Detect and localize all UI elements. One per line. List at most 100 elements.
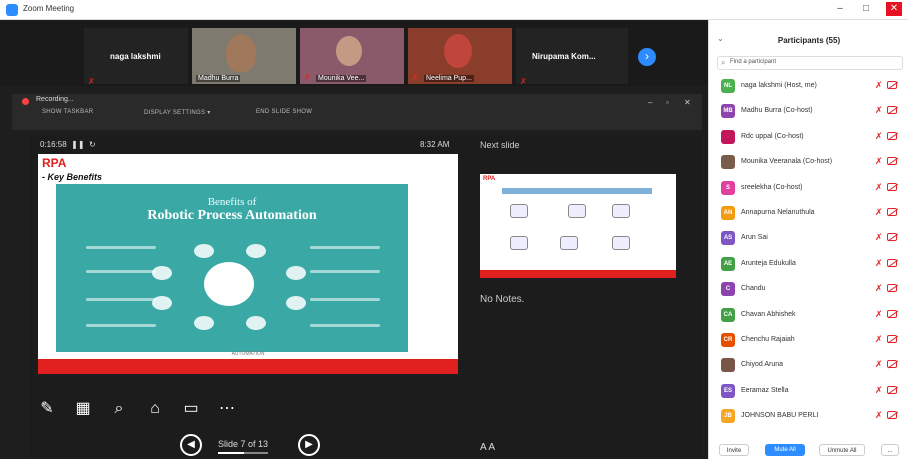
video-off-icon[interactable] [887, 106, 897, 115]
participant-row[interactable]: AE Arunteja Edukulla ✗ [709, 254, 908, 274]
participant-row[interactable]: ES Eeramaz Stella ✗ [709, 381, 908, 401]
participant-row[interactable]: JB JOHNSON BABU PERLI ✗ [709, 406, 908, 426]
participant-name: Arunteja Edukulla [741, 259, 796, 267]
previous-slide-button[interactable]: ◀ [180, 434, 202, 456]
avatar: AN [721, 206, 735, 220]
show-taskbar-button[interactable]: SHOW TASKBAR [42, 109, 93, 115]
participant-row[interactable]: NL naga lakshmi (Host, me) ✗ [709, 76, 908, 96]
avatar: AE [721, 256, 735, 271]
reset-icon[interactable]: ↻ [89, 140, 96, 149]
participant-name: Madhu Burra (Co-host) [741, 107, 813, 115]
restore-view-button[interactable]: ▫ [666, 98, 669, 107]
next-slide-button[interactable]: ▶ [298, 434, 320, 456]
participant-row[interactable]: CA Chavan Abhishek ✗ [709, 305, 908, 325]
benefit-text [310, 270, 380, 273]
muted-mic-icon[interactable]: ✗ [875, 131, 883, 142]
display-settings-button[interactable]: DISPLAY SETTINGS ▾ [144, 109, 211, 116]
video-off-icon[interactable] [887, 284, 897, 293]
muted-mic-icon[interactable]: ✗ [875, 156, 883, 167]
invite-button[interactable]: Invite [719, 444, 749, 456]
video-off-icon[interactable] [887, 131, 897, 140]
more-options-icon[interactable]: ⋯ [216, 398, 238, 420]
video-off-icon[interactable] [887, 81, 897, 89]
participant-row[interactable]: Chiyod Aruna ✗ [709, 355, 908, 375]
video-off-icon[interactable] [887, 208, 897, 216]
participant-search[interactable]: ⌕ Find a participant [717, 56, 903, 70]
search-input[interactable]: Find a participant [730, 59, 890, 65]
close-button[interactable]: ✕ [886, 2, 902, 16]
video-off-icon[interactable] [887, 411, 897, 420]
screen-toggle-icon[interactable]: ▭ [180, 398, 202, 420]
video-off-icon[interactable] [887, 182, 897, 191]
muted-mic-icon[interactable]: ✗ [875, 258, 883, 269]
minimize-view-button[interactable]: – [648, 98, 652, 107]
participant-row[interactable]: Mounika Veeranala (Co-host) ✗ [709, 152, 908, 172]
muted-mic-icon[interactable]: ✗ [875, 385, 883, 396]
muted-mic-icon[interactable]: ✗ [875, 207, 883, 218]
benefit-icon [246, 316, 266, 330]
mute-all-button[interactable]: Mute All [765, 444, 805, 456]
muted-mic-icon[interactable]: ✗ [875, 80, 883, 91]
slide-banner: Benefits of Robotic Process Automation [56, 184, 408, 352]
pen-icon[interactable]: ✎ [36, 398, 58, 420]
video-off-icon[interactable] [887, 335, 897, 343]
avatar: NL [721, 79, 735, 93]
muted-mic-icon[interactable]: ✗ [875, 283, 883, 294]
close-view-button[interactable]: ✕ [684, 98, 691, 107]
robot-icon [204, 262, 254, 306]
see-all-slides-icon[interactable]: ▦ [72, 398, 94, 420]
video-tile[interactable]: ✗ Mounika Vee... [300, 28, 404, 84]
person-video [444, 34, 472, 68]
participant-row[interactable]: C Chandu ✗ [709, 279, 908, 299]
maximize-button[interactable]: □ [858, 2, 874, 16]
video-strip: naga lakshmi ✗ Madhu Burra ✗ Mounika Vee… [0, 20, 708, 86]
unmute-all-button[interactable]: Unmute All [819, 444, 865, 456]
avatar: JB [721, 409, 735, 424]
video-off-icon[interactable] [887, 157, 897, 166]
muted-mic-icon[interactable]: ✗ [875, 309, 883, 320]
pause-icon[interactable]: ❚❚ [71, 140, 84, 149]
muted-mic-icon[interactable]: ✗ [875, 105, 883, 116]
video-off-icon[interactable] [887, 233, 897, 242]
video-off-icon[interactable] [887, 309, 897, 318]
pointer-options-icon[interactable]: ⌂ [144, 398, 166, 420]
participant-name: naga lakshmi [110, 52, 161, 61]
benefit-icon [246, 244, 266, 258]
muted-mic-icon: ✗ [88, 77, 95, 84]
participant-label: Mounika Vee... [316, 75, 367, 82]
muted-mic-icon[interactable]: ✗ [875, 334, 883, 345]
presenter-view: 0:16:58 ❚❚ ↻ 8:32 AM Next slide RPA - Ke… [30, 136, 702, 458]
video-off-icon[interactable] [887, 385, 897, 394]
muted-mic-icon[interactable]: ✗ [875, 359, 883, 370]
participant-row[interactable]: Ssreelekha (Co-host) ✗ [709, 178, 908, 198]
timer-value: 0:16:58 [40, 140, 67, 149]
participant-row[interactable]: MB Madhu Burra (Co-host) ✗ [709, 101, 908, 121]
minimize-button[interactable]: – [832, 2, 848, 16]
video-tile[interactable]: Nirupama Kom... ✗ [516, 28, 628, 84]
participant-row[interactable]: CR Chenchu Rajaiah ✗ [709, 330, 908, 350]
video-tile[interactable]: Madhu Burra [192, 28, 296, 84]
font-size-buttons[interactable]: A A [480, 442, 495, 453]
more-button[interactable]: ... [881, 444, 899, 456]
participant-name: Arun Sai [741, 234, 768, 242]
next-page-arrow-icon[interactable]: › [638, 48, 656, 66]
person-video [336, 36, 362, 66]
muted-mic-icon[interactable]: ✗ [875, 232, 883, 243]
zoom-magnifier-icon[interactable]: ⌕ [108, 398, 130, 420]
muted-mic-icon[interactable]: ✗ [875, 410, 883, 421]
next-slide-thumbnail[interactable]: RPA [480, 174, 676, 278]
participant-name: Chenchu Rajaiah [741, 336, 795, 343]
video-off-icon[interactable] [887, 360, 897, 369]
title-bar: Zoom Meeting – □ ✕ [0, 0, 908, 20]
end-slide-show-button[interactable]: END SLIDE SHOW [256, 109, 312, 115]
muted-mic-icon[interactable]: ✗ [875, 182, 883, 193]
participant-name: naga lakshmi (Host, me) [741, 82, 817, 89]
participant-row[interactable]: AN Annapurna Nelanuthula ✗ [709, 203, 908, 223]
participant-row[interactable]: AS Arun Sai ✗ [709, 228, 908, 248]
participant-row[interactable]: Rdc uppal (Co-host) ✗ [709, 127, 908, 147]
video-off-icon[interactable] [887, 258, 897, 267]
video-tile[interactable]: ✗ Neelima Pup... [408, 28, 512, 84]
participant-name: Chavan Abhishek [741, 310, 796, 318]
benefit-icon [152, 266, 172, 280]
video-tile[interactable]: naga lakshmi ✗ [84, 28, 188, 84]
